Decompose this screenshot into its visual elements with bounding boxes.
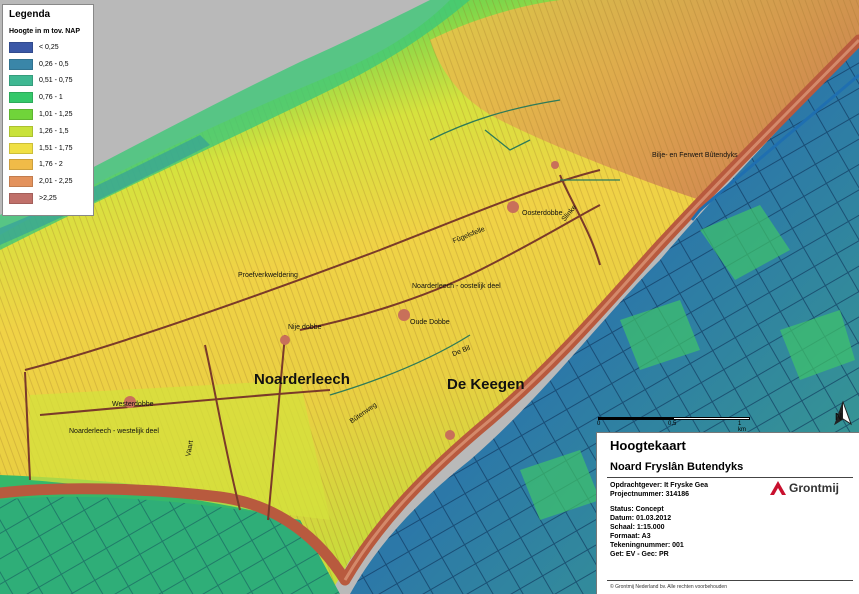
legend-item: 1,01 - 1,25 (9, 106, 87, 123)
label-nije-dobbe: Nije dobbe (288, 324, 322, 331)
legend-swatch (9, 142, 33, 154)
legend-item: 1,51 - 1,75 (9, 140, 87, 157)
legend-swatch (9, 109, 33, 121)
logo-icon (770, 481, 786, 495)
label-noarderleech: Noarderleech (254, 371, 350, 388)
legend-swatch (9, 176, 33, 188)
label-bilje-ferwert: Bilje- en Ferwert Bûtendyks (652, 152, 738, 159)
legend-item: 0,26 - 0,5 (9, 56, 87, 73)
label-oude-dobbe: Oude Dobbe (410, 319, 450, 326)
scale-bar-segment (673, 417, 750, 420)
legend-swatch (9, 193, 33, 205)
scale-line: Schaal: 1:15.000 (610, 524, 665, 531)
format-line: Formaat: A3 (610, 533, 651, 540)
label-noarderleech-west: Noarderleech - westelijk deel (69, 428, 159, 435)
legend-label: >2,25 (39, 195, 57, 203)
scale-bar-segment (598, 417, 673, 420)
legend-item: 1,26 - 1,5 (9, 123, 87, 140)
legend-swatch (9, 125, 33, 137)
legend-label: 2,01 - 2,25 (39, 178, 73, 186)
label-oosterdobbe: Oosterdobbe (522, 210, 563, 217)
scale-tick: 0,5 (668, 421, 677, 427)
divider (607, 580, 853, 581)
project-line: Projectnummer: 314186 (610, 491, 689, 498)
legend-label: 1,51 - 1,75 (39, 144, 73, 152)
copyright-footer: © Grontmij Nederland bv. Alle rechten vo… (610, 584, 727, 590)
scale-bar: 0 0,5 1 km (597, 414, 750, 433)
legend-panel: Legenda Hoogte in m tov. NAP < 0,25 0,26… (2, 4, 94, 216)
legend-title: Legenda (9, 9, 51, 20)
legend-label: 0,26 - 0,5 (39, 60, 69, 68)
drawn-by-line: Get: EV - Gec: PR (610, 551, 669, 558)
north-label: N (835, 412, 843, 423)
label-de-keegen: De Keegen (447, 376, 525, 393)
north-arrow-icon: N (832, 400, 854, 430)
legend-label: 0,51 - 0,75 (39, 77, 73, 85)
drawing-number-line: Tekeningnummer: 001 (610, 542, 684, 549)
legend-label: 0,76 - 1 (39, 94, 63, 102)
title-block: Hoogtekaart Noard Fryslân Butendyks Opdr… (596, 432, 859, 594)
label-westerdobbe: Westerdobbe (112, 401, 154, 408)
legend-swatch (9, 92, 33, 104)
client-line: Opdrachtgever: It Fryske Gea (610, 482, 709, 489)
legend-item: 1,76 - 2 (9, 157, 87, 174)
label-proefverkweldering: Proefverkweldering (238, 272, 298, 279)
legend-item: 2,01 - 2,25 (9, 173, 87, 190)
legend-subtitle: Hoogte in m tov. NAP (9, 28, 81, 35)
legend-swatch (9, 41, 33, 53)
legend-list: < 0,25 0,26 - 0,5 0,51 - 0,75 0,76 - 1 1… (9, 39, 87, 207)
legend-item: < 0,25 (9, 39, 87, 56)
legend-item: >2,25 (9, 190, 87, 207)
legend-item: 0,76 - 1 (9, 89, 87, 106)
scale-tick: 0 (597, 421, 601, 427)
logo-text: Grontmij (789, 481, 839, 495)
legend-item: 0,51 - 0,75 (9, 73, 87, 90)
legend-label: 1,01 - 1,25 (39, 111, 73, 119)
status-line: Status: Concept (610, 506, 664, 513)
legend-label: 1,26 - 1,5 (39, 127, 69, 135)
map-title: Hoogtekaart (610, 438, 686, 453)
map-subtitle: Noard Fryslân Butendyks (610, 461, 744, 473)
legend-label: < 0,25 (39, 43, 59, 51)
legend-swatch (9, 159, 33, 171)
legend-swatch (9, 75, 33, 87)
divider (607, 477, 853, 478)
legend-swatch (9, 58, 33, 70)
legend-label: 1,76 - 2 (39, 161, 63, 169)
date-line: Datum: 01.03.2012 (610, 515, 672, 522)
grontmij-logo: Grontmij (770, 481, 839, 495)
label-noarderleech-oost: Noarderleech - oostelijk deel (412, 283, 501, 290)
